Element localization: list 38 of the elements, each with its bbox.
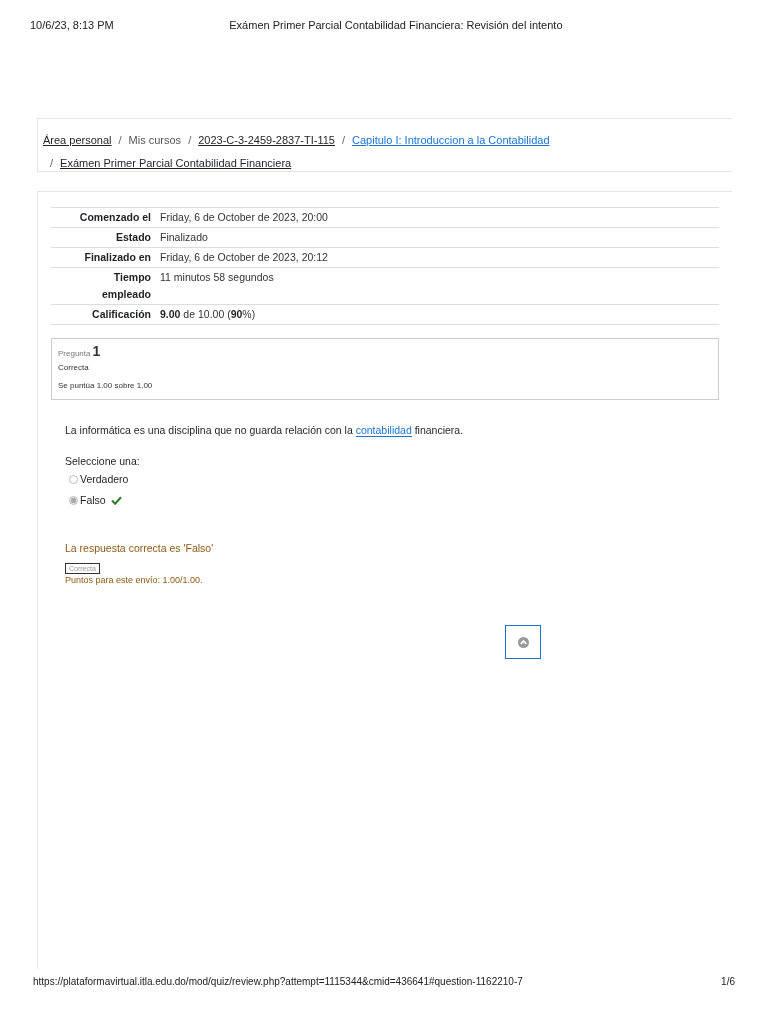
summary-label: Comenzado el [78,210,152,225]
breadcrumb-separator: / [188,133,192,146]
question-score: Se puntúa 1.00 sobre 1.00 [58,381,154,390]
summary-label: Calificación [91,307,152,322]
arrow-up-icon [517,636,529,648]
print-date: 10/6/23, 8:13 PM [30,19,114,33]
breadcrumb-separator: / [341,133,345,146]
breadcrumb-text: Mis cursos [128,133,182,146]
breadcrumb-link[interactable]: 2023-C-3-2459-2837-TI-115 [198,133,335,146]
breadcrumb-separator: / [118,133,122,146]
summary-value: Friday, 6 de October de 2023, 20:00 [160,210,329,225]
glossary-link[interactable]: contabilidad [355,424,412,437]
question-text: La informática es una disciplina que no guarda relación con la contabilidad financiera. [65,424,465,436]
summary-label: Estado [115,230,152,245]
breadcrumb-link[interactable]: Exámen Primer Parcial Contabilidad Financiera [60,156,292,169]
points-text: Puntos para este envío: 1.00/1.00. [65,575,204,585]
page-url: https://plataformavirtual.itla.edu.do/mod/quiz/review.php?attempt=1115344&cmid=436641#question-1162210-7 [33,976,523,987]
summary-value: Finalizado [160,230,209,245]
correct-answer-text: La respuesta correcta es 'Falso' [65,542,215,554]
answer-prompt: Seleccione una: [65,455,141,467]
summary-value: Friday, 6 de October de 2023, 20:12 [160,250,329,265]
print-title: Exámen Primer Parcial Contabilidad Financiera: Revisión del intento [229,19,563,33]
summary-value: 9.00 de 10.00 (90%) [160,307,257,322]
radio-button[interactable] [69,474,78,484]
breadcrumb-link[interactable]: Área personal [43,133,112,146]
page-number: 1/6 [721,976,735,987]
question-status: Correcta [58,363,90,372]
option-label: Falso [80,494,106,506]
breadcrumb-separator: / [50,156,54,169]
question-label: Pregunta [58,349,91,358]
question-number: 1 [92,343,101,359]
radio-button[interactable] [69,495,78,505]
option-label: Verdadero [80,473,129,485]
breadcrumb-link[interactable]: Capitulo I: Introduccion a la Contabilidad [352,133,550,146]
summary-label: Tiempo empleado [101,270,152,302]
scroll-top-button[interactable] [505,625,541,659]
summary-value: 11 minutos 58 segundos [160,270,275,285]
summary-label: Finalizado en [83,250,152,265]
